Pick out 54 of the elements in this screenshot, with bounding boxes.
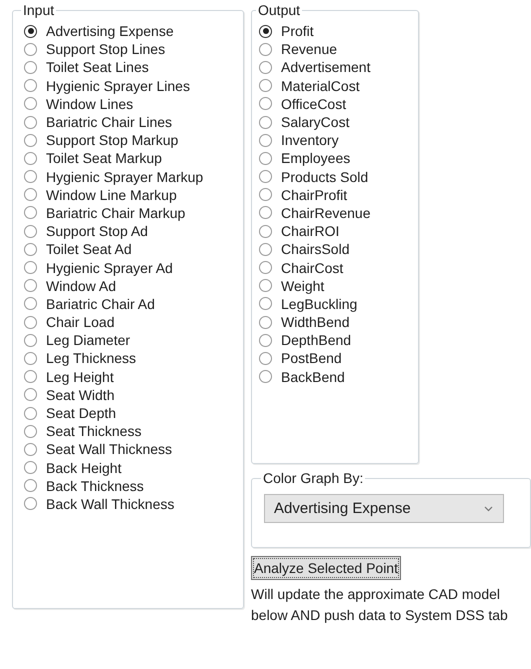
- caret-icon: [484, 506, 493, 512]
- radio-option[interactable]: Hygienic Sprayer Lines: [24, 76, 243, 95]
- radio-option[interactable]: Seat Wall Thickness: [24, 440, 243, 458]
- note-text: Will update the approximate CAD model below AND push data to System DSS tab: [251, 585, 509, 625]
- radio-option[interactable]: SalaryCost: [259, 112, 418, 132]
- radio-option[interactable]: Toilet Seat Lines: [24, 58, 243, 77]
- radio-option[interactable]: Leg Thickness: [24, 349, 243, 368]
- group-title: Output: [257, 2, 302, 18]
- radio-option[interactable]: Toilet Seat Markup: [24, 149, 243, 168]
- radio-option[interactable]: Support Stop Markup: [24, 131, 243, 150]
- radio-option[interactable]: PostBend: [259, 349, 418, 368]
- radio-option[interactable]: Bariatric Chair Ad: [24, 294, 243, 313]
- radio-option[interactable]: Window Ad: [24, 276, 243, 295]
- group-title: Input: [22, 2, 56, 18]
- radio-option[interactable]: Chair Load: [24, 313, 243, 332]
- group-title: Color Graph By:: [262, 470, 364, 486]
- analyze-button[interactable]: Analyze Selected Point: [251, 556, 401, 580]
- radio-option[interactable]: ChairProfit: [259, 186, 418, 204]
- radio-option[interactable]: ChairCost: [259, 258, 418, 277]
- radio-option[interactable]: Window Line Markup: [24, 186, 243, 204]
- radio-option[interactable]: Back Height: [24, 458, 243, 477]
- radio-option[interactable]: WidthBend: [259, 313, 418, 332]
- radio-option[interactable]: Window Lines: [24, 94, 243, 113]
- radio-option[interactable]: LegBuckling: [259, 294, 418, 313]
- radio-option[interactable]: OfficeCost: [259, 94, 418, 113]
- radio-option[interactable]: ChairRevenue: [259, 204, 418, 222]
- radio-option[interactable]: Bariatric Chair Lines: [24, 112, 243, 132]
- color-graph-dropdown[interactable]: Advertising Expense: [264, 494, 504, 523]
- radio-option[interactable]: Hygienic Sprayer Ad: [24, 258, 243, 277]
- radio-option[interactable]: Back Thickness: [24, 476, 243, 495]
- radio-option[interactable]: Advertising Expense: [24, 22, 243, 40]
- radio-option[interactable]: Seat Thickness: [24, 422, 243, 440]
- radio-option[interactable]: Hygienic Sprayer Markup: [24, 168, 243, 186]
- radio-option[interactable]: Employees: [259, 149, 418, 168]
- radio-option[interactable]: Toilet Seat Ad: [24, 240, 243, 258]
- radio-option[interactable]: Leg Height: [24, 368, 243, 386]
- radio-option[interactable]: ChairsSold: [259, 240, 418, 258]
- radio-option[interactable]: Seat Depth: [24, 404, 243, 422]
- radio-option[interactable]: Revenue: [259, 40, 418, 58]
- radio-option[interactable]: MaterialCost: [259, 76, 418, 95]
- radio-option[interactable]: Products Sold: [259, 168, 418, 186]
- radio-option[interactable]: Back Wall Thickness: [24, 494, 243, 514]
- radio-option[interactable]: ChairROI: [259, 222, 418, 240]
- radio-option[interactable]: Bariatric Chair Markup: [24, 204, 243, 222]
- radio-option[interactable]: Leg Diameter: [24, 331, 243, 350]
- radio-option[interactable]: Support Stop Ad: [24, 222, 243, 240]
- radio-option[interactable]: Seat Width: [24, 386, 243, 404]
- radio-option[interactable]: Support Stop Lines: [24, 40, 243, 58]
- radio-option[interactable]: DepthBend: [259, 331, 418, 350]
- radio-option[interactable]: BackBend: [259, 368, 418, 386]
- radio-option[interactable]: Profit: [259, 22, 418, 40]
- radio-option[interactable]: Inventory: [259, 131, 418, 150]
- radio-option[interactable]: Weight: [259, 276, 418, 295]
- radio-option[interactable]: Advertisement: [259, 58, 418, 77]
